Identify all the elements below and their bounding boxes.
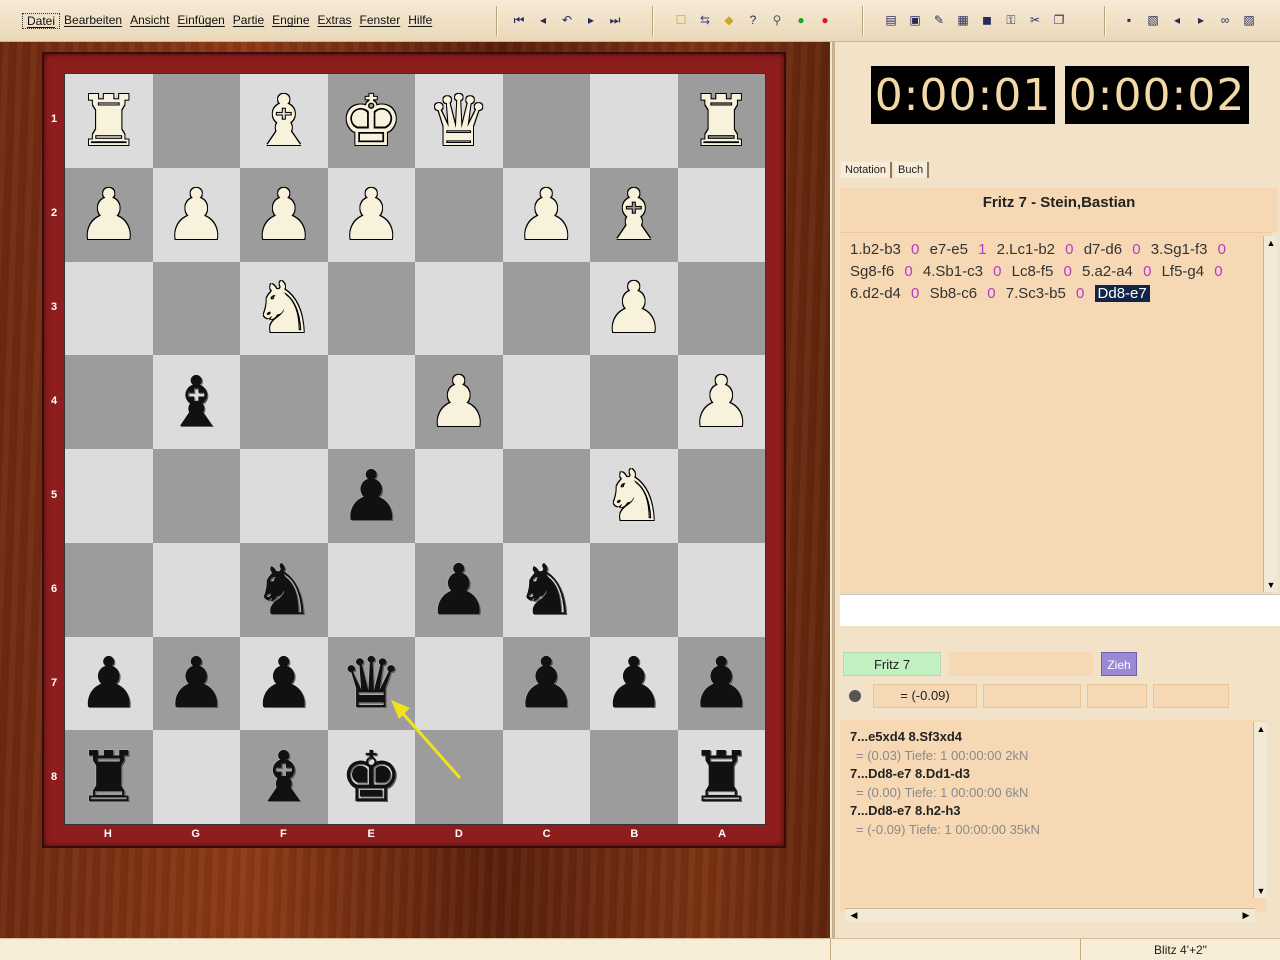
scroll-up-icon[interactable]: ▲ bbox=[1264, 238, 1278, 248]
engine-field bbox=[983, 684, 1081, 708]
analysis-scrollbar-horizontal[interactable]: ◀ ▶ bbox=[845, 908, 1255, 922]
side-panel: 0:00:01 0:00:02 Notation Buch Fritz 7 - … bbox=[832, 42, 1280, 938]
camera-icon[interactable]: ▣ bbox=[906, 10, 924, 30]
move-hint-arrow bbox=[391, 700, 462, 779]
move-time: 0 bbox=[1214, 263, 1223, 280]
move-time: 0 bbox=[987, 285, 996, 302]
analysis-info: = (-0.09) Tiefe: 1 00:00:00 35kN bbox=[856, 821, 1040, 837]
tools-icon[interactable]: ✂ bbox=[1026, 10, 1044, 30]
engine-field bbox=[1153, 684, 1229, 708]
analysis-line[interactable]: 7...e5xd4 8.Sf3xd4 bbox=[850, 728, 1256, 747]
move-time: 0 bbox=[911, 285, 920, 302]
black-clock: 0:00:02 bbox=[1065, 66, 1249, 124]
engine-field bbox=[1087, 684, 1147, 708]
key-icon[interactable]: ⚿ bbox=[1002, 10, 1020, 30]
analysis-info: = (0.03) Tiefe: 1 00:00:00 2kN bbox=[856, 747, 1029, 763]
move-time: 0 bbox=[1063, 263, 1072, 280]
scroll-down-icon[interactable]: ▼ bbox=[1264, 580, 1278, 590]
move-time: 0 bbox=[904, 263, 913, 280]
notation-scrollbar[interactable]: ▲ ▼ bbox=[1263, 236, 1277, 592]
move-token[interactable]: Lc8-f5 bbox=[1012, 263, 1054, 280]
paste-icon[interactable]: ▨ bbox=[1240, 10, 1258, 30]
move-token[interactable]: 3.Sg1-f3 bbox=[1151, 241, 1208, 258]
move-token[interactable]: 2.Lc1-b2 bbox=[997, 241, 1055, 258]
analysis-info: = (0.00) Tiefe: 1 00:00:00 6kN bbox=[856, 784, 1029, 800]
move-time: 0 bbox=[911, 241, 920, 258]
engine-header: Fritz 7 Zieh bbox=[843, 652, 1275, 676]
move-time: 0 bbox=[1143, 263, 1152, 280]
analysis-scrollbar-vertical[interactable]: ▲ ▼ bbox=[1253, 722, 1267, 898]
move-time: 0 bbox=[1132, 241, 1141, 258]
extra-tools-group: ▤ ▣ ✎ ▦ ◼ ⚿ ✂ ❐ bbox=[882, 10, 1068, 30]
scroll-down-icon[interactable]: ▼ bbox=[1254, 886, 1268, 896]
tab-book[interactable]: Buch bbox=[893, 162, 930, 178]
notation-pane[interactable]: 1.b2-b3 0 e7-e5 1 2.Lc1-b2 0 d7-d6 0 3.S… bbox=[840, 232, 1272, 594]
engine-analysis[interactable]: 7...e5xd4 8.Sf3xd4 = (0.03) Tiefe: 1 00:0… bbox=[840, 720, 1266, 912]
move-token[interactable]: 6.d2-d4 bbox=[850, 285, 901, 302]
move-token[interactable]: 7.Sc3-b5 bbox=[1006, 285, 1066, 302]
move-time: 0 bbox=[1217, 241, 1226, 258]
move-time: 0 bbox=[1076, 285, 1085, 302]
move-token[interactable]: 5.a2-a4 bbox=[1082, 263, 1133, 280]
forward-icon[interactable]: ▸ bbox=[1192, 10, 1210, 30]
scroll-left-icon[interactable]: ◀ bbox=[847, 910, 861, 921]
move-token[interactable]: Lf5-g4 bbox=[1162, 263, 1205, 280]
scroll-right-icon[interactable]: ▶ bbox=[1239, 910, 1253, 921]
game-title: Fritz 7 - Stein,Bastian bbox=[840, 188, 1278, 232]
pen-icon[interactable]: ✎ bbox=[930, 10, 948, 30]
save-icon[interactable]: ▪ bbox=[1120, 10, 1138, 30]
file-tools-group: ▪ ▧ ◂ ▸ ∞ ▨ bbox=[1120, 10, 1258, 30]
move-token[interactable]: d7-d6 bbox=[1084, 241, 1122, 258]
current-move[interactable]: Dd8-e7 bbox=[1094, 285, 1150, 302]
move-time: 0 bbox=[993, 263, 1002, 280]
white-clock: 0:00:01 bbox=[871, 66, 1055, 124]
toolbar-separator bbox=[1104, 6, 1106, 36]
toolbar-separator bbox=[862, 6, 864, 36]
status-field bbox=[830, 939, 1080, 960]
panel-tabs: Notation Buch bbox=[841, 162, 930, 178]
print-icon[interactable]: ▤ bbox=[882, 10, 900, 30]
analysis-line[interactable]: 7...Dd8-e7 8.Dd1-d3 bbox=[850, 765, 1256, 784]
engine-eval-row: = (-0.09) bbox=[843, 684, 1275, 708]
engine-status-field bbox=[949, 652, 1093, 676]
move-time: 0 bbox=[1065, 241, 1074, 258]
move-time: 1 bbox=[978, 241, 987, 258]
game-mode-status: Blitz 4'+2" bbox=[1080, 939, 1280, 960]
scroll-up-icon[interactable]: ▲ bbox=[1254, 724, 1268, 734]
window-icon[interactable]: ◼ bbox=[978, 10, 996, 30]
move-token[interactable]: Sb8-c6 bbox=[930, 285, 978, 302]
copy-icon[interactable]: ▧ bbox=[1144, 10, 1162, 30]
engine-move-button[interactable]: Zieh bbox=[1101, 652, 1137, 676]
engine-name[interactable]: Fritz 7 bbox=[843, 652, 941, 676]
move-token[interactable]: 4.Sb1-c3 bbox=[923, 263, 983, 280]
move-token[interactable]: e7-e5 bbox=[930, 241, 968, 258]
binoculars-icon[interactable]: ∞ bbox=[1216, 10, 1234, 30]
move-token[interactable]: 1.b2-b3 bbox=[850, 241, 901, 258]
analysis-line[interactable]: 7...Dd8-e7 8.h2-h3 bbox=[850, 802, 1256, 821]
move-token[interactable]: Sg8-f6 bbox=[850, 263, 894, 280]
back-icon[interactable]: ◂ bbox=[1168, 10, 1186, 30]
move-input-strip[interactable] bbox=[840, 594, 1280, 626]
tab-notation[interactable]: Notation bbox=[841, 162, 892, 178]
status-bar: Blitz 4'+2" bbox=[0, 938, 1280, 960]
engine-status-icon bbox=[849, 690, 861, 702]
grid-icon[interactable]: ▦ bbox=[954, 10, 972, 30]
window-list-icon[interactable]: ❐ bbox=[1050, 10, 1068, 30]
engine-eval: = (-0.09) bbox=[873, 684, 977, 708]
